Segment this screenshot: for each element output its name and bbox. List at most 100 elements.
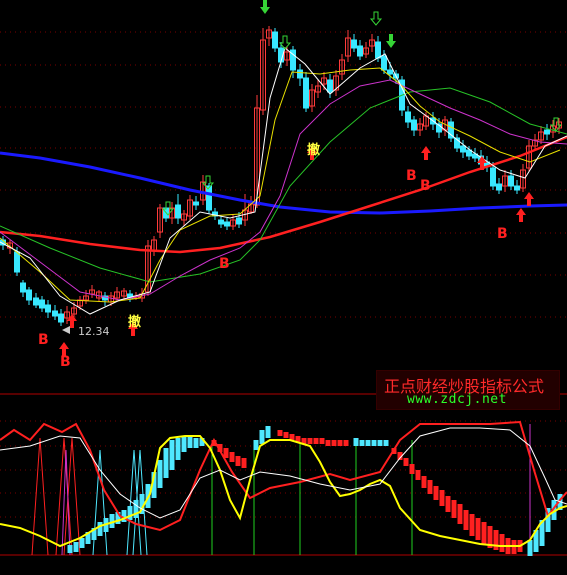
sell-arrow-hollow xyxy=(369,11,383,26)
signal-b: B xyxy=(60,354,71,370)
indicator-red-bar xyxy=(427,480,433,494)
indicator-cyan-bar xyxy=(265,426,271,438)
buy-arrow xyxy=(67,314,77,328)
price-annotation: 12.34 xyxy=(78,325,110,338)
candles xyxy=(0,26,562,326)
indicator-cyan-bar xyxy=(193,438,199,448)
indicator-red-bar xyxy=(241,458,247,468)
candle-body xyxy=(496,183,502,191)
indicator-red-bar xyxy=(439,490,445,506)
indicator-cyan-bar xyxy=(73,542,79,552)
indicator-cyan-bar xyxy=(169,440,175,470)
indicator-cyan-bar xyxy=(127,506,133,520)
candle-body xyxy=(381,55,387,71)
candle-body xyxy=(20,282,26,293)
indicator-red-bar xyxy=(451,500,457,518)
indicator-cyan-bar xyxy=(377,440,383,446)
candle-body xyxy=(33,297,39,306)
candle-body xyxy=(39,299,45,309)
indicator-red-bar xyxy=(337,440,343,446)
signal-b: B xyxy=(420,178,431,194)
indicator-red-bar xyxy=(445,496,451,512)
candle-body xyxy=(514,185,520,191)
buy-arrow xyxy=(516,208,526,222)
indicator-cyan-bar xyxy=(359,440,365,446)
candle-body xyxy=(193,201,199,206)
candle-body xyxy=(508,175,514,187)
indicator-red-bar xyxy=(319,438,325,444)
moving-average-lines xyxy=(0,47,567,315)
ma-mid-line xyxy=(0,135,567,254)
indicator-cyan-bar xyxy=(175,438,181,460)
indicator-cyan-bar xyxy=(383,440,389,446)
indicator-cyan-bar xyxy=(371,440,377,446)
indicator-red-bar xyxy=(403,458,409,466)
ma-fast-line xyxy=(0,47,567,315)
signal-cancel: 撤 xyxy=(307,142,320,158)
indicator-red-bar xyxy=(283,432,289,438)
signal-marks: BBBBBB撤撤 xyxy=(38,0,563,370)
indicator-red-bar xyxy=(421,476,427,488)
candle-body xyxy=(351,39,357,49)
candle-body xyxy=(224,221,230,227)
sell-arrow xyxy=(386,34,396,48)
indicator-red-bar xyxy=(235,456,241,466)
candle-body xyxy=(357,45,363,57)
indicator-red-bar xyxy=(409,464,415,474)
candle-body xyxy=(45,304,51,313)
indicator-cyan-bar xyxy=(365,440,371,446)
price-pointer xyxy=(62,326,70,334)
indicator-red-bar xyxy=(481,522,487,544)
signal-b: B xyxy=(497,226,508,242)
indicator-cyan-bar xyxy=(253,440,259,450)
signal-b: B xyxy=(406,168,417,184)
candle-body xyxy=(375,41,381,59)
indicator-red-bar xyxy=(343,440,349,446)
indicator-cyan-bar xyxy=(67,545,73,553)
indicator-red-bar xyxy=(433,486,439,500)
indicator-red-bar xyxy=(475,518,481,540)
candle-body xyxy=(411,119,417,131)
indicator-spike xyxy=(31,437,49,556)
candle-body xyxy=(236,217,242,225)
candle-body xyxy=(14,251,20,273)
candle-body xyxy=(405,111,411,123)
ma-yellow-line xyxy=(0,67,561,303)
watermark-url: www.zdcj.net xyxy=(407,392,507,407)
candle-body xyxy=(490,167,496,187)
sell-arrow xyxy=(260,0,270,14)
signal-b: B xyxy=(219,256,230,272)
indicator-cyan-bar xyxy=(259,430,265,444)
indicator-cyan-bar xyxy=(353,438,359,446)
indicator-cyan-bar xyxy=(121,510,127,522)
candle-body xyxy=(297,69,303,79)
indicator-red-line xyxy=(0,420,567,532)
signal-b: B xyxy=(38,332,49,348)
indicator-red-bar xyxy=(307,438,313,444)
buy-arrow xyxy=(524,192,534,206)
indicator-red-bar xyxy=(493,530,499,550)
candle-body xyxy=(58,313,64,323)
candle-body xyxy=(26,289,32,301)
candle-body xyxy=(52,310,58,317)
indicator-red-bar xyxy=(457,504,463,524)
candlestick-chart: BBBBBB撤撤 12.34 xyxy=(0,0,567,556)
candle-body xyxy=(175,204,181,219)
indicator-red-bar xyxy=(331,440,337,446)
candle-body xyxy=(218,219,224,225)
indicator-cyan-bar xyxy=(157,460,163,488)
buy-arrow xyxy=(421,146,431,160)
indicator-red-bar xyxy=(469,514,475,536)
indicator-cyan-bar xyxy=(97,522,103,536)
indicator-panel xyxy=(0,420,567,556)
signal-cancel: 撤 xyxy=(128,314,141,330)
indicator-red-bar xyxy=(415,470,421,480)
indicator-cyan-bar xyxy=(79,538,85,548)
watermark-box: 正点财经炒股指标公式 www.zdcj.net xyxy=(376,370,560,410)
candle-body xyxy=(327,79,333,93)
indicator-red-bar xyxy=(463,510,469,530)
indicator-red-bar xyxy=(277,430,283,436)
candle-body xyxy=(272,31,278,49)
candle-body xyxy=(460,145,466,153)
indicator-red-bar xyxy=(499,534,505,552)
